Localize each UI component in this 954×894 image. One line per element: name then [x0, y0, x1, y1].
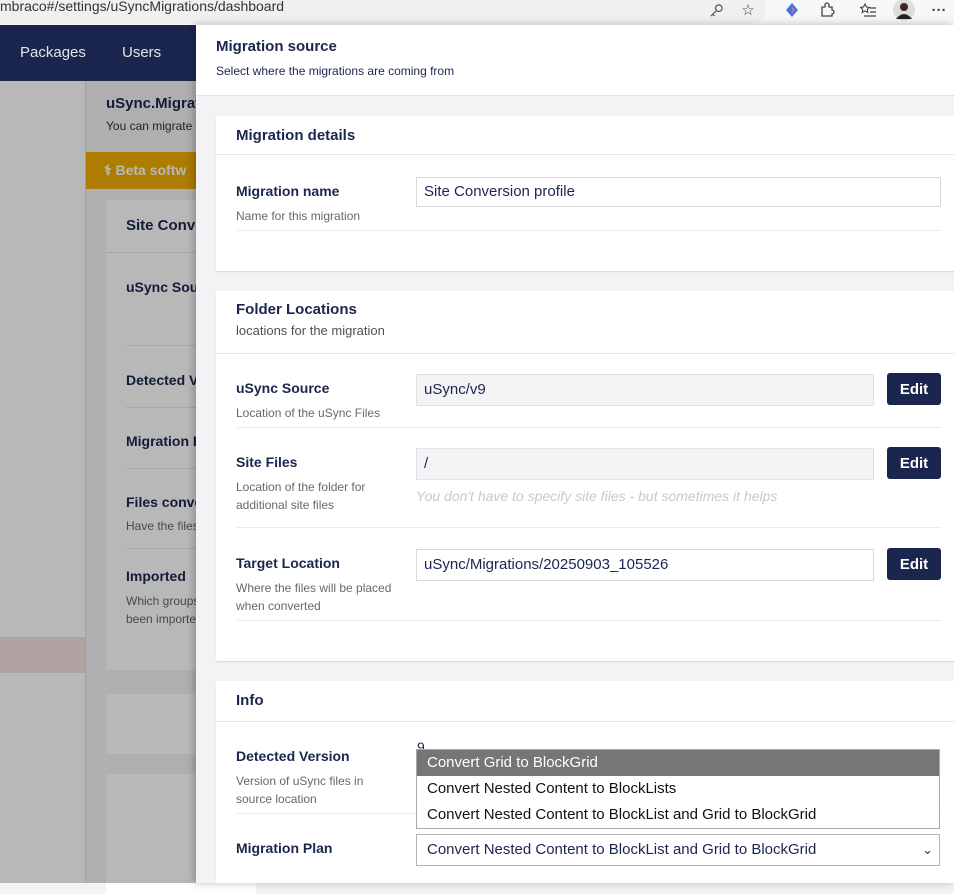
- dialog-title: Migration source: [216, 38, 337, 55]
- star-icon[interactable]: ☆: [738, 0, 758, 20]
- site-files-input[interactable]: /: [416, 448, 874, 480]
- edit-source-button[interactable]: Edit: [887, 373, 941, 405]
- plan-option[interactable]: Convert Nested Content to BlockLists: [417, 776, 939, 802]
- usync-source-desc: Location of the uSync Files: [236, 406, 381, 420]
- migration-plan-select[interactable]: Convert Nested Content to BlockList and …: [416, 834, 940, 866]
- panel-subtitle: locations for the migration: [236, 323, 385, 338]
- usync-source-label: uSync Source: [236, 380, 330, 396]
- nav-packages[interactable]: Packages: [20, 44, 86, 61]
- site-files-hint: You don't have to specify site files - b…: [416, 488, 778, 504]
- usync-source-input[interactable]: uSync/v9: [416, 374, 874, 406]
- target-location-input[interactable]: uSync/Migrations/20250903_105526: [416, 549, 874, 581]
- chevron-down-icon: ⌄: [922, 842, 933, 857]
- edit-site-files-button[interactable]: Edit: [887, 447, 941, 479]
- plan-option[interactable]: Convert Grid to BlockGrid: [417, 750, 939, 776]
- info-panel: Info Detected Version Version of uSync f…: [216, 681, 954, 883]
- migration-source-dialog: Migration source Select where the migrat…: [196, 25, 954, 883]
- panel-title: Info: [236, 692, 264, 709]
- target-location-label: Target Location: [236, 555, 340, 571]
- dialog-header: Migration source Select where the migrat…: [196, 25, 954, 96]
- plan-option[interactable]: Convert Nested Content to BlockList and …: [417, 802, 939, 828]
- divider: [236, 230, 941, 231]
- panel-header: Info: [216, 681, 954, 722]
- copilot-icon[interactable]: [782, 0, 802, 20]
- migration-name-desc: Name for this migration: [236, 209, 361, 223]
- nav-users[interactable]: Users: [122, 44, 161, 61]
- migration-plan-label: Migration Plan: [236, 840, 333, 856]
- target-location-desc: Where the files will be placed when conv…: [236, 581, 392, 613]
- site-files-desc: Location of the folder for additional si…: [236, 480, 366, 512]
- migration-plan-selected: Convert Nested Content to BlockList and …: [427, 841, 817, 858]
- dialog-subtitle: Select where the migrations are coming f…: [216, 64, 455, 78]
- browser-toolbar: mbraco#/settings/uSyncMigrations/dashboa…: [0, 0, 954, 26]
- detected-version-desc: Version of uSync files in source locatio…: [236, 774, 364, 806]
- more-icon[interactable]: ···: [929, 0, 949, 20]
- favorites-icon[interactable]: [858, 0, 878, 20]
- migration-name-label: Migration name: [236, 183, 340, 199]
- divider: [236, 427, 941, 428]
- divider: [236, 620, 941, 621]
- migration-plan-options[interactable]: Convert Grid to BlockGrid Convert Nested…: [416, 749, 940, 829]
- address-bar[interactable]: mbraco#/settings/uSyncMigrations/dashboa…: [0, 0, 766, 24]
- panel-header: Migration details: [216, 116, 954, 155]
- edit-target-button[interactable]: Edit: [887, 548, 941, 580]
- panel-title: Migration details: [236, 127, 356, 144]
- divider: [236, 527, 941, 528]
- folder-locations-panel: Folder Locations locations for the migra…: [216, 291, 954, 661]
- site-files-label: Site Files: [236, 454, 298, 470]
- migration-details-panel: Migration details Migration name Name fo…: [216, 116, 954, 271]
- profile-avatar[interactable]: [892, 0, 916, 21]
- migration-name-input[interactable]: Site Conversion profile: [416, 177, 941, 207]
- url-text[interactable]: mbraco#/settings/uSyncMigrations/dashboa…: [0, 0, 284, 14]
- key-icon[interactable]: [706, 0, 726, 20]
- detected-version-label: Detected Version: [236, 748, 350, 764]
- panel-header: Folder Locations locations for the migra…: [216, 291, 954, 354]
- extensions-icon[interactable]: [817, 0, 837, 20]
- panel-title: Folder Locations: [236, 301, 357, 318]
